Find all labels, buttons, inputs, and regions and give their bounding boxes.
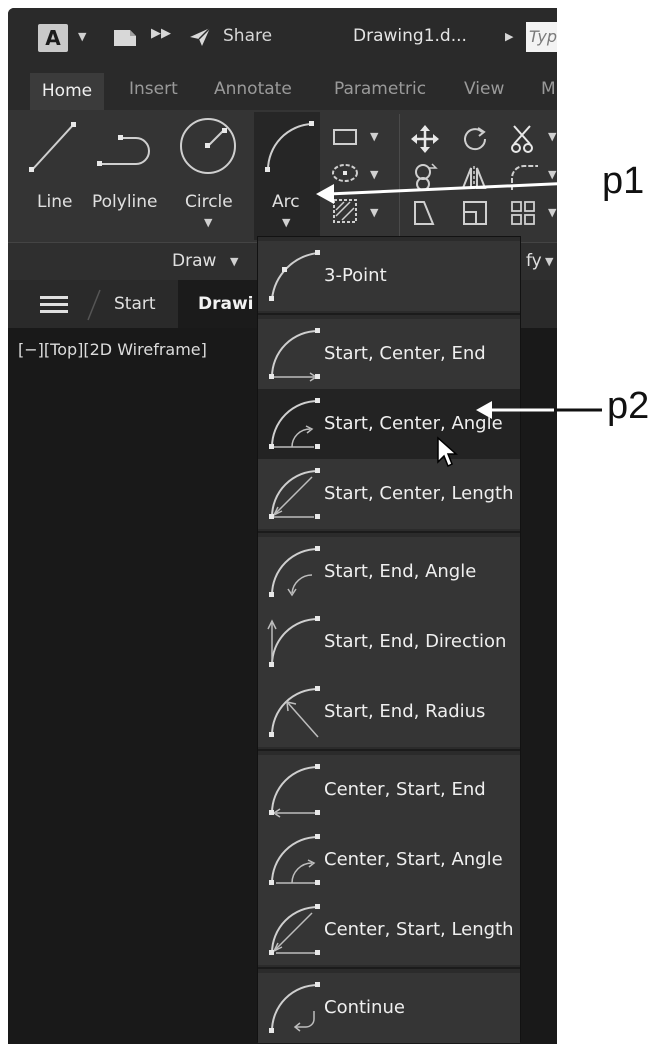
tab-divider-icon (87, 289, 101, 321)
arc-icon (265, 121, 314, 172)
tab-more[interactable]: M (541, 79, 556, 99)
draw-panel-title[interactable]: Draw (172, 251, 216, 271)
arc-option-label: Center, Start, End (324, 779, 486, 800)
arc-center-start-length-icon (269, 904, 320, 955)
arc-option-center-start-length[interactable]: Center, Start, Length (258, 895, 520, 965)
title-bar: A ▼ ▶▶ Share Drawing1.d... ▶ Typ (8, 8, 557, 66)
share-icon[interactable] (188, 26, 212, 48)
arc-option-label: Center, Start, Length (324, 919, 514, 940)
polyline-label[interactable]: Polyline (92, 192, 158, 212)
tab-view[interactable]: View (464, 79, 504, 99)
arc-option-center-start-angle[interactable]: Center, Start, Angle (258, 825, 520, 895)
arc-start-end-radius-icon (269, 686, 320, 738)
menu-separator (258, 313, 520, 315)
arc-continue-icon (269, 982, 320, 1033)
document-title: Drawing1.d... (353, 26, 467, 46)
tab-insert[interactable]: Insert (129, 79, 178, 99)
modify-panel-expand-icon[interactable]: ▼ (545, 255, 553, 268)
arc-option-label: Start, End, Radius (324, 701, 486, 722)
rectangle-icon[interactable] (330, 124, 364, 150)
app-menu-chevron-icon[interactable]: ▼ (78, 30, 86, 43)
annotation-arrow-p2-inner (476, 401, 554, 419)
start-tab[interactable]: Start (114, 294, 156, 314)
menu-separator (258, 531, 520, 533)
drawing-tab-label: Drawi (198, 294, 254, 314)
arc-option-label: 3-Point (324, 265, 387, 286)
arc-option-3-point[interactable]: 3-Point (258, 241, 520, 311)
arc-start-center-angle-icon (269, 398, 320, 449)
arc-start-center-length-icon (269, 468, 320, 519)
share-label[interactable]: Share (223, 26, 272, 46)
arc-start-end-direction-icon (267, 616, 320, 667)
hamburger-menu-icon[interactable] (38, 294, 70, 316)
polyline-icon[interactable] (96, 130, 162, 170)
title-overflow-arrow-icon[interactable]: ▶ (505, 30, 513, 43)
annotation-label-p2: p2 (607, 385, 650, 427)
arc-dropdown-chevron-icon[interactable]: ▼ (282, 216, 290, 229)
arc-option-start-end-direction[interactable]: Start, End, Direction (258, 607, 520, 677)
arc-option-label: Continue (324, 997, 405, 1018)
arc-option-start-center-length[interactable]: Start, Center, Length (258, 459, 520, 529)
rotate-icon[interactable] (460, 124, 490, 154)
rectangle-chevron-icon[interactable]: ▼ (370, 130, 378, 143)
arc-option-start-center-end[interactable]: Start, Center, End (258, 319, 520, 389)
new-file-icon[interactable] (112, 28, 138, 48)
trim-chevron-icon[interactable]: ▼ (548, 130, 556, 143)
trim-icon[interactable] (508, 122, 542, 154)
annotation-label-p1: p1 (602, 160, 645, 202)
modify-panel-title-fragment[interactable]: fy (526, 251, 542, 271)
arc-option-label: Center, Start, Angle (324, 849, 503, 870)
search-input[interactable]: Typ (526, 22, 557, 52)
viewport-controls-label[interactable]: [−][Top][2D Wireframe] (18, 340, 207, 359)
menu-separator (258, 749, 520, 751)
arc-option-start-end-radius[interactable]: Start, End, Radius (258, 677, 520, 747)
circle-label[interactable]: Circle (185, 192, 233, 212)
arc-center-start-angle-icon (269, 834, 320, 885)
mouse-pointer-icon (437, 436, 458, 468)
arc-start-end-angle-icon (269, 546, 320, 597)
arc-dropdown-menu: 3-Point Start, Center, End Start, Center… (257, 236, 521, 1043)
circle-dropdown-chevron-icon[interactable]: ▼ (204, 216, 212, 229)
line-icon[interactable] (26, 118, 80, 176)
tab-home[interactable]: Home (30, 73, 104, 110)
menu-separator (258, 967, 520, 969)
annotation-arrow-p1 (316, 180, 597, 204)
app-menu-button[interactable]: A (38, 24, 68, 52)
move-icon[interactable] (410, 124, 440, 154)
arc-option-continue[interactable]: Continue (258, 973, 520, 1043)
arc-option-label: Start, Center, End (324, 343, 486, 364)
draw-panel-expand-icon[interactable]: ▼ (230, 255, 238, 268)
arc-option-label: Start, End, Direction (324, 631, 507, 652)
ribbon-tabs: Home Insert Annotate Parametric View M (8, 66, 557, 110)
arc-option-label: Start, End, Angle (324, 561, 477, 582)
arc-option-label: Start, Center, Length (324, 483, 514, 504)
arc-start-center-end-icon (269, 328, 320, 382)
arc-button[interactable]: Arc ▼ (254, 112, 320, 240)
arc-label: Arc (272, 192, 300, 212)
more-tools-icon[interactable]: ▶▶ (151, 26, 171, 41)
drawing-tab[interactable]: Drawi (178, 280, 268, 328)
arc-3point-icon (269, 250, 320, 301)
line-label[interactable]: Line (37, 192, 72, 212)
arc-option-start-end-angle[interactable]: Start, End, Angle (258, 537, 520, 607)
arc-option-center-start-end[interactable]: Center, Start, End (258, 755, 520, 825)
arc-center-start-end-icon (269, 764, 320, 818)
tab-annotate[interactable]: Annotate (214, 79, 292, 99)
circle-icon[interactable] (178, 116, 238, 176)
tab-parametric[interactable]: Parametric (334, 79, 426, 99)
